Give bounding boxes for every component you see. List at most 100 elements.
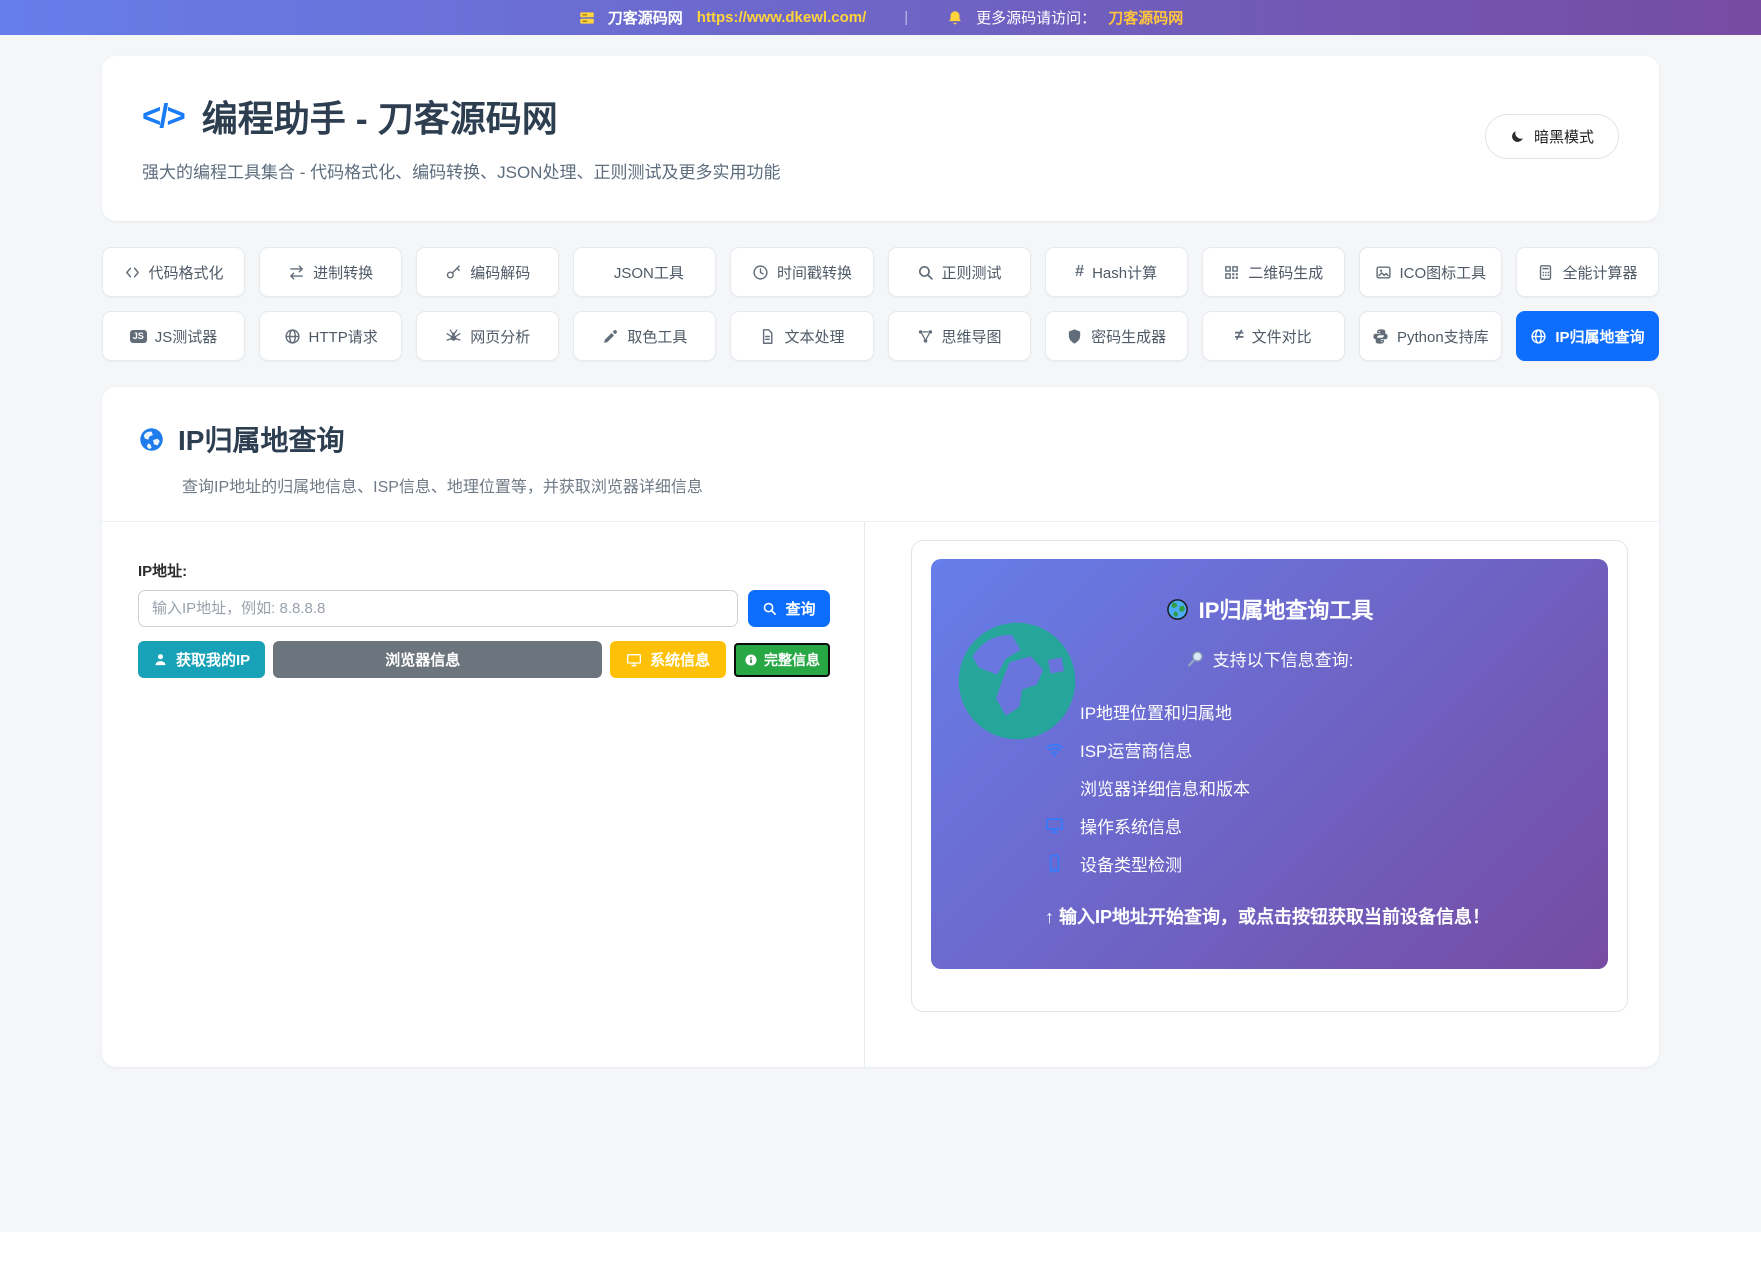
system-info-label: 系统信息 [649,652,710,669]
full-info-button[interactable]: 完整信息 [734,642,830,677]
tool-button[interactable]: 思维导图 [887,311,1031,361]
ip-tool-card: IP归属地查询 查询IP地址的归属地信息、ISP信息、地理位置等，并获取浏览器详… [102,387,1659,1067]
spider-icon [445,328,462,345]
ip-info-column: IP归属地查询工具 支持以下信息查询: IP地理位置和归属地 ISP运营商信息 浏览… [865,522,1659,1067]
feature-label: 浏览器详细信息和版本 [1080,780,1250,799]
tool-button[interactable]: JSON工具 [573,247,717,297]
magnifier-emoji-icon [1186,649,1205,668]
tool-label: 密码生成器 [1091,328,1167,346]
full-info-label: 完整信息 [764,651,820,668]
monitor-icon [1045,816,1064,835]
feature-item: 设备类型检测 [1045,851,1578,876]
feature-item: 操作系统信息 [1045,813,1578,838]
info-circle-icon [744,653,758,667]
qrcode-icon [1223,264,1240,281]
tool-label: ICO图标工具 [1399,264,1487,282]
topbar-site-url-link[interactable]: https://www.dkewl.com/ [697,9,866,26]
swap-arrows-icon [288,264,305,281]
feature-label: 设备类型检测 [1080,856,1182,875]
info-panel-outer: IP归属地查询工具 支持以下信息查询: IP地理位置和归属地 ISP运营商信息 浏览… [911,540,1628,1012]
tool-button[interactable]: Python支持库 [1358,311,1502,361]
tool-button[interactable]: 二维码生成 [1201,247,1345,297]
dark-mode-label: 暗黑模式 [1533,129,1594,146]
feature-item: ISP运营商信息 [1045,737,1578,762]
ip-tool-title: IP归属地查询 [178,425,345,456]
tool-button[interactable]: 正则测试 [887,247,1031,297]
ip-tool-header: IP归属地查询 查询IP地址的归属地信息、ISP信息、地理位置等，并获取浏览器详… [102,419,1659,522]
code-logo-icon: </> [142,97,186,134]
tool-label: Python支持库 [1396,328,1489,346]
tool-button[interactable]: JS JS测试器 [102,311,246,361]
tool-label: 二维码生成 [1248,264,1324,282]
tool-button[interactable]: # Hash计算 [1044,247,1188,297]
tool-button[interactable]: 全能计算器 [1515,247,1659,297]
tool-button[interactable]: HTTP请求 [259,311,403,361]
header-left: </> 编程助手 - 刀客源码网 强大的编程工具集合 - 代码格式化、编码转换、… [142,90,780,183]
ip-address-input[interactable] [138,590,738,627]
tool-label: HTTP请求 [308,328,378,346]
hash-icon: # [1075,263,1085,280]
topbar-site-name: 刀客源码网 [607,10,683,27]
tool-grid: 代码格式化 进制转换 编码解码 JSON工具 时间戳转换 正则测试 # Hash计算 二维码生成… [102,247,1659,361]
feature-list: IP地理位置和归属地 ISP运营商信息浏览器详细信息和版本操作系统信息设备类型检测 [1045,699,1578,876]
tool-label: IP归属地查询 [1555,328,1645,346]
python-icon [1372,328,1389,345]
query-button[interactable]: 查询 [748,590,830,627]
tool-button-active[interactable]: IP归属地查询 [1515,311,1659,361]
feature-label: IP地理位置和归属地 [1080,704,1233,723]
tool-button[interactable]: 取色工具 [573,311,717,361]
mindmap-icon [917,328,934,345]
tool-button[interactable]: 进制转换 [259,247,403,297]
topbar: 刀客源码网 https://www.dkewl.com/ | 更多源码请访问： … [0,0,1761,35]
shield-icon [1066,328,1083,345]
ip-tool-description: 查询IP地址的归属地信息、ISP信息、地理位置等，并获取浏览器详细信息 [182,479,703,496]
feature-item: 浏览器详细信息和版本 [1045,775,1578,800]
js-badge-icon: JS [129,329,147,343]
topbar-more-label: 更多源码请访问： [976,10,1097,27]
tool-button[interactable]: 编码解码 [416,247,560,297]
info-panel-subtitle: 支持以下信息查询: [1212,651,1354,670]
tool-label: 进制转换 [313,264,374,282]
image-icon [1375,264,1392,281]
tool-label: 文本处理 [784,328,845,346]
earth-emoji-icon [1166,598,1189,621]
query-button-label: 查询 [785,601,816,618]
tool-label: 时间戳转换 [776,264,852,282]
dark-mode-button[interactable]: 暗黑模式 [1484,114,1619,159]
header-card: </> 编程助手 - 刀客源码网 强大的编程工具集合 - 代码格式化、编码转换、… [102,56,1659,221]
tool-button[interactable]: 密码生成器 [1044,311,1188,361]
topbar-divider: | [904,9,909,26]
not-equal-icon: ≠ [1234,327,1244,344]
tool-button[interactable]: ICO图标工具 [1358,247,1502,297]
eyedropper-icon [602,328,619,345]
tool-label: 正则测试 [941,264,1002,282]
page: 刀客源码网 https://www.dkewl.com/ | 更多源码请访问： … [0,0,1761,1265]
tool-label: JSON工具 [613,264,684,282]
tool-button[interactable]: ≠ 文件对比 [1201,311,1345,361]
topbar-more-link[interactable]: 刀客源码网 [1108,7,1183,28]
page-subtitle: 强大的编程工具集合 - 代码格式化、编码转换、JSON处理、正则测试及更多实用功… [142,163,781,182]
ip-form: IP地址: 查询 [102,522,865,1067]
get-my-ip-button[interactable]: 获取我的IP [138,641,266,678]
tool-label: 编码解码 [470,264,531,282]
tool-label: JS测试器 [154,328,218,346]
tool-button[interactable]: 文本处理 [730,311,874,361]
big-globe-icon [955,619,1079,743]
monitor-icon [626,652,642,668]
info-panel: IP归属地查询工具 支持以下信息查询: IP地理位置和归属地 ISP运营商信息 浏览… [931,559,1608,969]
browser-info-label: 浏览器信息 [385,652,461,669]
system-info-button[interactable]: 系统信息 [609,641,726,678]
code-icon [124,264,141,281]
tool-button[interactable]: 代码格式化 [102,247,246,297]
tool-button[interactable]: 时间戳转换 [730,247,874,297]
server-card-icon [578,9,596,27]
tool-label: 文件对比 [1251,328,1312,346]
browser-info-button[interactable]: 浏览器信息 [273,641,602,678]
info-panel-note: ↑ 输入IP地址开始查询，或点击按钮获取当前设备信息！ [1045,907,1491,927]
feature-label: ISP运营商信息 [1080,742,1193,761]
globe-icon [1530,328,1547,345]
tool-label: 全能计算器 [1562,264,1638,282]
tool-button[interactable]: 网页分析 [416,311,560,361]
calculator-icon [1537,264,1554,281]
mobile-icon [1045,854,1064,873]
